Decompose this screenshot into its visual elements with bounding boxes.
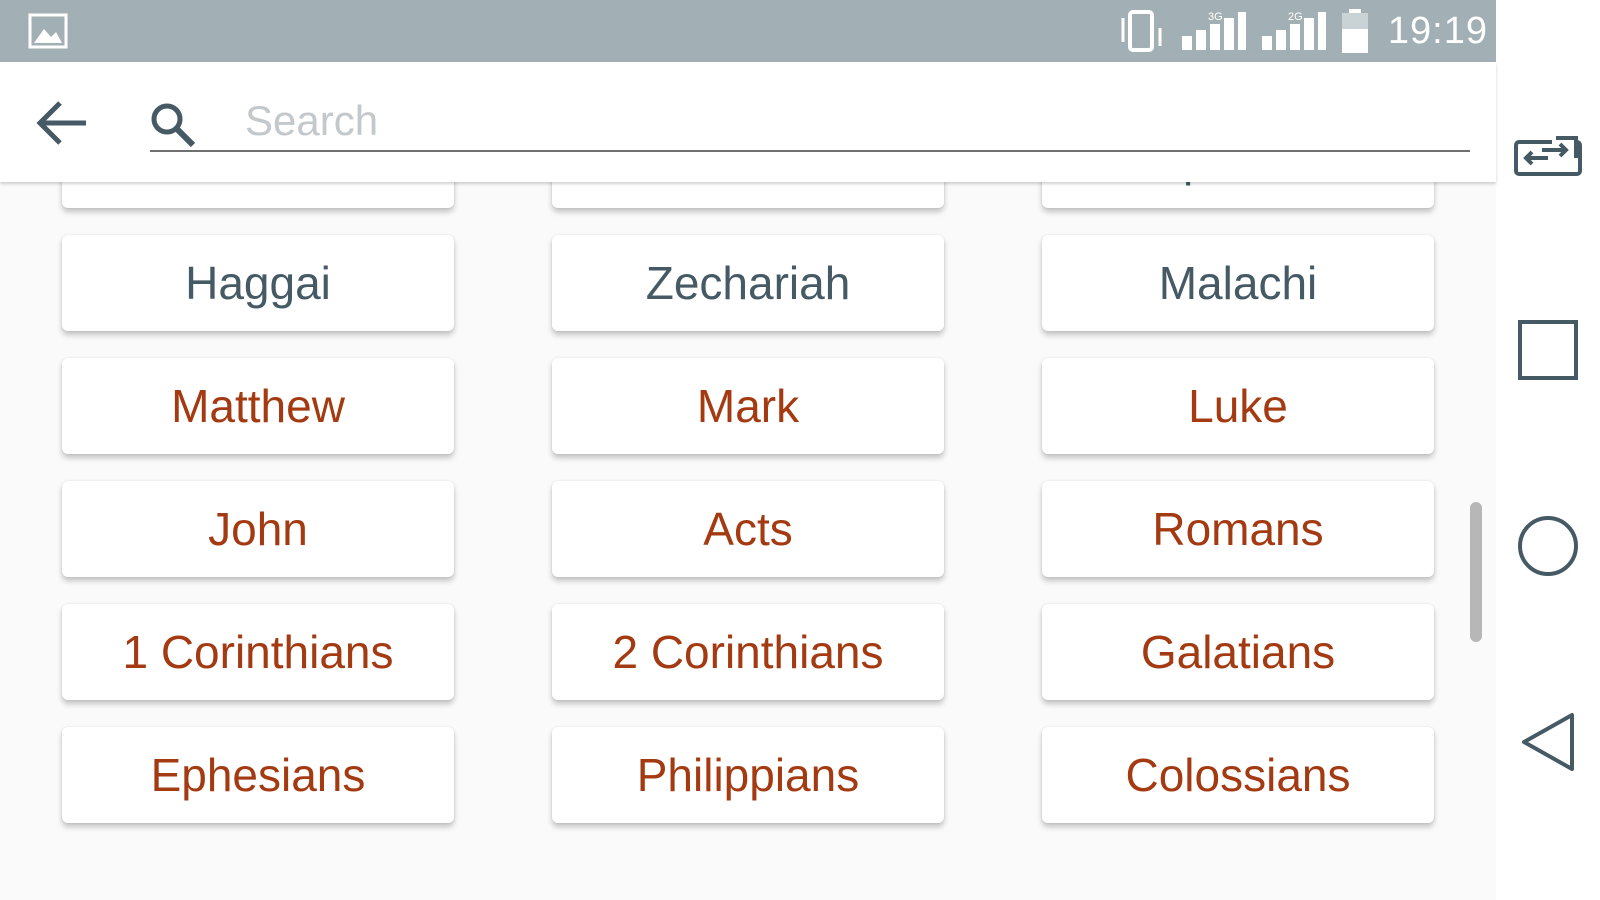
book-button-haggai[interactable]: Haggai (62, 235, 454, 331)
navigation-bar (1496, 0, 1600, 900)
book-button-ephesians[interactable]: Ephesians (62, 727, 454, 823)
search-icon (151, 103, 196, 148)
book-button-matthew[interactable]: Matthew (62, 358, 454, 454)
back-triangle-icon (1522, 713, 1574, 771)
recents-button[interactable] (1510, 312, 1586, 388)
search-input[interactable] (150, 92, 1470, 152)
home-circle-icon (1518, 516, 1578, 576)
scrollbar-thumb[interactable] (1470, 502, 1482, 642)
book-button-colossians[interactable]: Colossians (1042, 727, 1434, 823)
book-button-1-corinthians[interactable]: 1 Corinthians (62, 604, 454, 700)
book-button-john[interactable]: John (62, 481, 454, 577)
book-button-malachi[interactable]: Malachi (1042, 235, 1434, 331)
book-button-2-corinthians[interactable]: 2 Corinthians (552, 604, 944, 700)
book-button-galatians[interactable]: Galatians (1042, 604, 1434, 700)
book-button-philippians[interactable]: Philippians (552, 727, 944, 823)
status-bar: 3G 2G 19:19 (0, 0, 1496, 62)
book-button-acts[interactable]: Acts (552, 481, 944, 577)
screen-rotate-icon (1514, 134, 1582, 176)
signal-2g-icon: 2G (1261, 11, 1326, 50)
screen-rotate-button[interactable] (1510, 116, 1586, 192)
back-button[interactable] (1510, 704, 1586, 780)
book-list[interactable]: Nahum Habakkuk Zephaniah Haggai Zecharia… (0, 182, 1496, 900)
home-button[interactable] (1510, 508, 1586, 584)
book-button-zechariah[interactable]: Zechariah (552, 235, 944, 331)
battery-icon (1341, 9, 1368, 53)
book-button-nahum[interactable]: Nahum (62, 182, 454, 208)
gallery-icon (28, 13, 68, 49)
book-button-romans[interactable]: Romans (1042, 481, 1434, 577)
book-button-habakkuk[interactable]: Habakkuk (552, 182, 944, 208)
book-button-mark[interactable]: Mark (552, 358, 944, 454)
book-button-luke[interactable]: Luke (1042, 358, 1434, 454)
svg-text:2G: 2G (1288, 11, 1303, 23)
signal-3g-icon: 3G (1181, 11, 1246, 50)
status-time: 19:19 (1387, 9, 1488, 52)
svg-text:3G: 3G (1208, 11, 1223, 23)
search-app-bar (0, 62, 1496, 182)
book-button-zephaniah[interactable]: Zephaniah (1042, 182, 1434, 208)
vibrate-icon (1121, 10, 1162, 52)
book-grid: Nahum Habakkuk Zephaniah Haggai Zecharia… (62, 182, 1434, 823)
recents-square-icon (1518, 320, 1578, 380)
back-arrow-icon[interactable] (34, 98, 90, 148)
